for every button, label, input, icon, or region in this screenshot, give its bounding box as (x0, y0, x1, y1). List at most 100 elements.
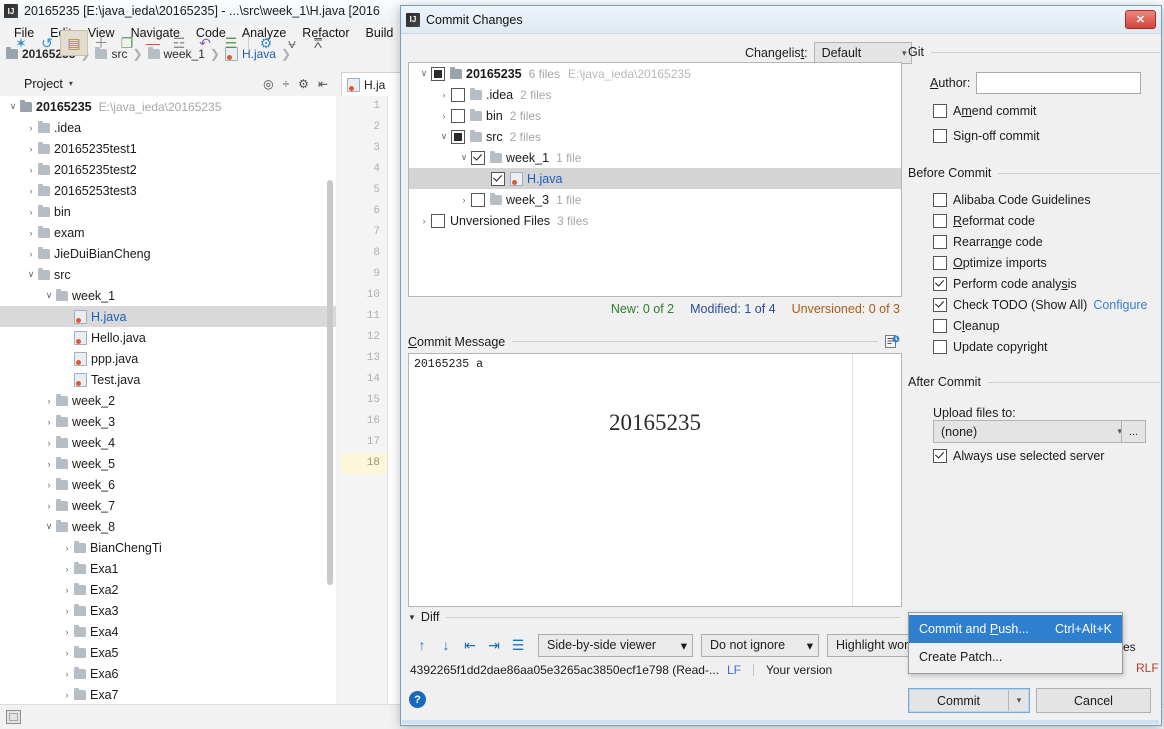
twisty-collapsed-icon[interactable]: › (24, 165, 38, 175)
twisty-collapsed-icon[interactable]: › (60, 543, 74, 553)
project-tree-item-week-2[interactable]: › week_2 (0, 390, 336, 411)
move-to-changelist-icon[interactable]: ❐ (114, 31, 140, 55)
configure-link[interactable]: Configure (1093, 298, 1147, 312)
changes-tree-checkbox[interactable] (451, 87, 465, 102)
project-tree-item-hello-java[interactable]: Hello.java (0, 327, 336, 348)
alibaba-code-guidelines-checkbox[interactable]: Alibaba Code Guidelines (933, 193, 1091, 207)
twisty-expanded-icon[interactable]: ∨ (437, 131, 451, 142)
twisty-collapsed-icon[interactable]: › (457, 195, 471, 205)
twisty-collapsed-icon[interactable]: › (42, 438, 56, 448)
twisty-collapsed-icon[interactable]: › (437, 90, 451, 100)
project-tree-item-week-8[interactable]: ∨ week_8 (0, 516, 336, 537)
create-patch-menu-item[interactable]: Create Patch... (909, 643, 1122, 671)
twisty-collapsed-icon[interactable]: › (437, 111, 451, 121)
twisty-expanded-icon[interactable]: ∨ (42, 521, 56, 532)
project-tree-item-exa7[interactable]: › Exa7 (0, 684, 336, 704)
twisty-collapsed-icon[interactable]: › (42, 459, 56, 469)
twisty-collapsed-icon[interactable]: › (42, 501, 56, 511)
project-tree-item-exa1[interactable]: › Exa1 (0, 558, 336, 579)
new-changelist-icon[interactable]: ＋ (88, 31, 114, 55)
project-tree-item-bianchengti[interactable]: › BianChengTi (0, 537, 336, 558)
twisty-expanded-icon[interactable]: ∨ (6, 101, 20, 112)
target-icon[interactable]: ◎ (263, 77, 273, 91)
commit-message-input[interactable]: 20165235 a 20165235 (408, 353, 902, 607)
project-tree-item-20165235test2[interactable]: › 20165235test2 (0, 159, 336, 180)
project-tree-item-week-7[interactable]: › week_7 (0, 495, 336, 516)
twisty-collapsed-icon[interactable]: › (60, 606, 74, 616)
jump-to-source-icon[interactable]: ☰ (506, 634, 530, 656)
close-icon[interactable]: ✕ (1125, 10, 1156, 29)
changes-tree-checkbox[interactable] (491, 171, 505, 186)
collapse-triangle-icon[interactable]: ▼ (408, 613, 416, 622)
amend-commit-checkbox[interactable]: Amend commit (933, 104, 1036, 118)
changes-tree-row[interactable]: H.java (409, 168, 901, 189)
expand-all-icon[interactable]: ⩝ (279, 31, 305, 55)
twisty-collapsed-icon[interactable]: › (24, 123, 38, 133)
rearrange-code-checkbox[interactable]: Rearrange code (933, 235, 1043, 249)
group-by-changelist-icon[interactable]: ☲ (166, 31, 192, 55)
refresh-icon[interactable]: ↺ (34, 31, 60, 55)
project-tree-item-week-1[interactable]: ∨ week_1 (0, 285, 336, 306)
twisty-collapsed-icon[interactable]: › (60, 564, 74, 574)
twisty-expanded-icon[interactable]: ∨ (42, 290, 56, 301)
twisty-collapsed-icon[interactable]: › (42, 417, 56, 427)
author-input[interactable] (976, 72, 1142, 94)
delete-changelist-icon[interactable]: — (140, 31, 166, 55)
diff-whitespace-select[interactable]: Do not ignore ▾ (701, 633, 819, 657)
update-copyright-checkbox[interactable]: Update copyright (933, 340, 1048, 354)
twisty-collapsed-icon[interactable]: › (24, 186, 38, 196)
changes-tree-panel[interactable]: ∨ 20165235 6 files E:\java_ieda\20165235 › .i… (408, 62, 902, 297)
changes-tree-row[interactable]: › Unversioned Files 3 files (409, 210, 901, 231)
status-bar-toggle-icon[interactable] (6, 710, 21, 724)
project-tree-item-h-java[interactable]: H.java (0, 306, 336, 327)
cancel-button[interactable]: Cancel (1036, 688, 1151, 713)
perform-code-analysis-checkbox[interactable]: Perform code analysis (933, 277, 1077, 291)
changes-tree-row[interactable]: ∨ src 2 files (409, 126, 901, 147)
twisty-collapsed-icon[interactable]: › (42, 396, 56, 406)
group-by-directory-icon[interactable]: ▤ (60, 30, 88, 56)
twisty-collapsed-icon[interactable]: › (24, 249, 38, 259)
settings-icon[interactable]: ⚙ (253, 31, 279, 55)
project-tree-item-week-3[interactable]: › week_3 (0, 411, 336, 432)
project-tree-item-week-5[interactable]: › week_5 (0, 453, 336, 474)
twisty-collapsed-icon[interactable]: › (24, 207, 38, 217)
accept-left-icon[interactable]: ⇤ (458, 634, 482, 656)
project-tree-item-exa4[interactable]: › Exa4 (0, 621, 336, 642)
sign-off-commit-checkbox[interactable]: Sign-off commit (933, 129, 1040, 143)
next-difference-icon[interactable]: ↓ (434, 634, 458, 656)
changes-tree-checkbox[interactable] (431, 213, 445, 228)
twisty-collapsed-icon[interactable]: › (60, 648, 74, 658)
project-tree-item-20165235[interactable]: ∨ 20165235 E:\java_ieda\20165235 (0, 96, 336, 117)
message-history-icon[interactable] (885, 334, 900, 349)
menu-build[interactable]: Build (358, 24, 402, 42)
project-tree-item-src[interactable]: ∨ src (0, 264, 336, 285)
project-tree-item--idea[interactable]: › .idea (0, 117, 336, 138)
diff-viewer-mode-select[interactable]: Side-by-side viewer ▾ (538, 633, 693, 657)
changes-tree-checkbox[interactable] (451, 129, 465, 144)
twisty-expanded-icon[interactable]: ∨ (457, 152, 471, 163)
collapse-all-icon[interactable]: ⩞ (305, 31, 331, 55)
browse-servers-button[interactable]: ... (1121, 420, 1146, 443)
project-tree-item-bin[interactable]: › bin (0, 201, 336, 222)
changes-tree-row[interactable]: › week_3 1 file (409, 189, 901, 210)
project-tree-item-week-6[interactable]: › week_6 (0, 474, 336, 495)
previous-difference-icon[interactable]: ↑ (410, 634, 434, 656)
project-tree-item-exa6[interactable]: › Exa6 (0, 663, 336, 684)
changes-tree-checkbox[interactable] (431, 66, 445, 81)
revert-icon[interactable]: ↶ (192, 31, 218, 55)
twisty-collapsed-icon[interactable]: › (24, 144, 38, 154)
twisty-collapsed-icon[interactable]: › (60, 669, 74, 679)
project-tree-item-20165235test1[interactable]: › 20165235test1 (0, 138, 336, 159)
commit-and-push-menu-item[interactable]: Commit and Push... Ctrl+Alt+K (909, 615, 1122, 643)
project-tree-item-jieduibiancheng[interactable]: › JieDuiBianCheng (0, 243, 336, 264)
project-tree-scrollbar[interactable] (327, 180, 333, 585)
accept-right-icon[interactable]: ⇥ (482, 634, 506, 656)
optimize-imports-checkbox[interactable]: Optimize imports (933, 256, 1047, 270)
changelist-select[interactable]: Default ▾ (813, 42, 912, 64)
twisty-expanded-icon[interactable]: ∨ (417, 68, 431, 79)
changes-tree-row[interactable]: › bin 2 files (409, 105, 901, 126)
project-tree[interactable]: ∨ 20165235 E:\java_ieda\20165235 › .idea › 201… (0, 96, 336, 704)
collapse-all-icon[interactable]: ÷ (283, 77, 290, 91)
twisty-collapsed-icon[interactable]: › (60, 627, 74, 637)
changes-tree-row[interactable]: › .idea 2 files (409, 84, 901, 105)
